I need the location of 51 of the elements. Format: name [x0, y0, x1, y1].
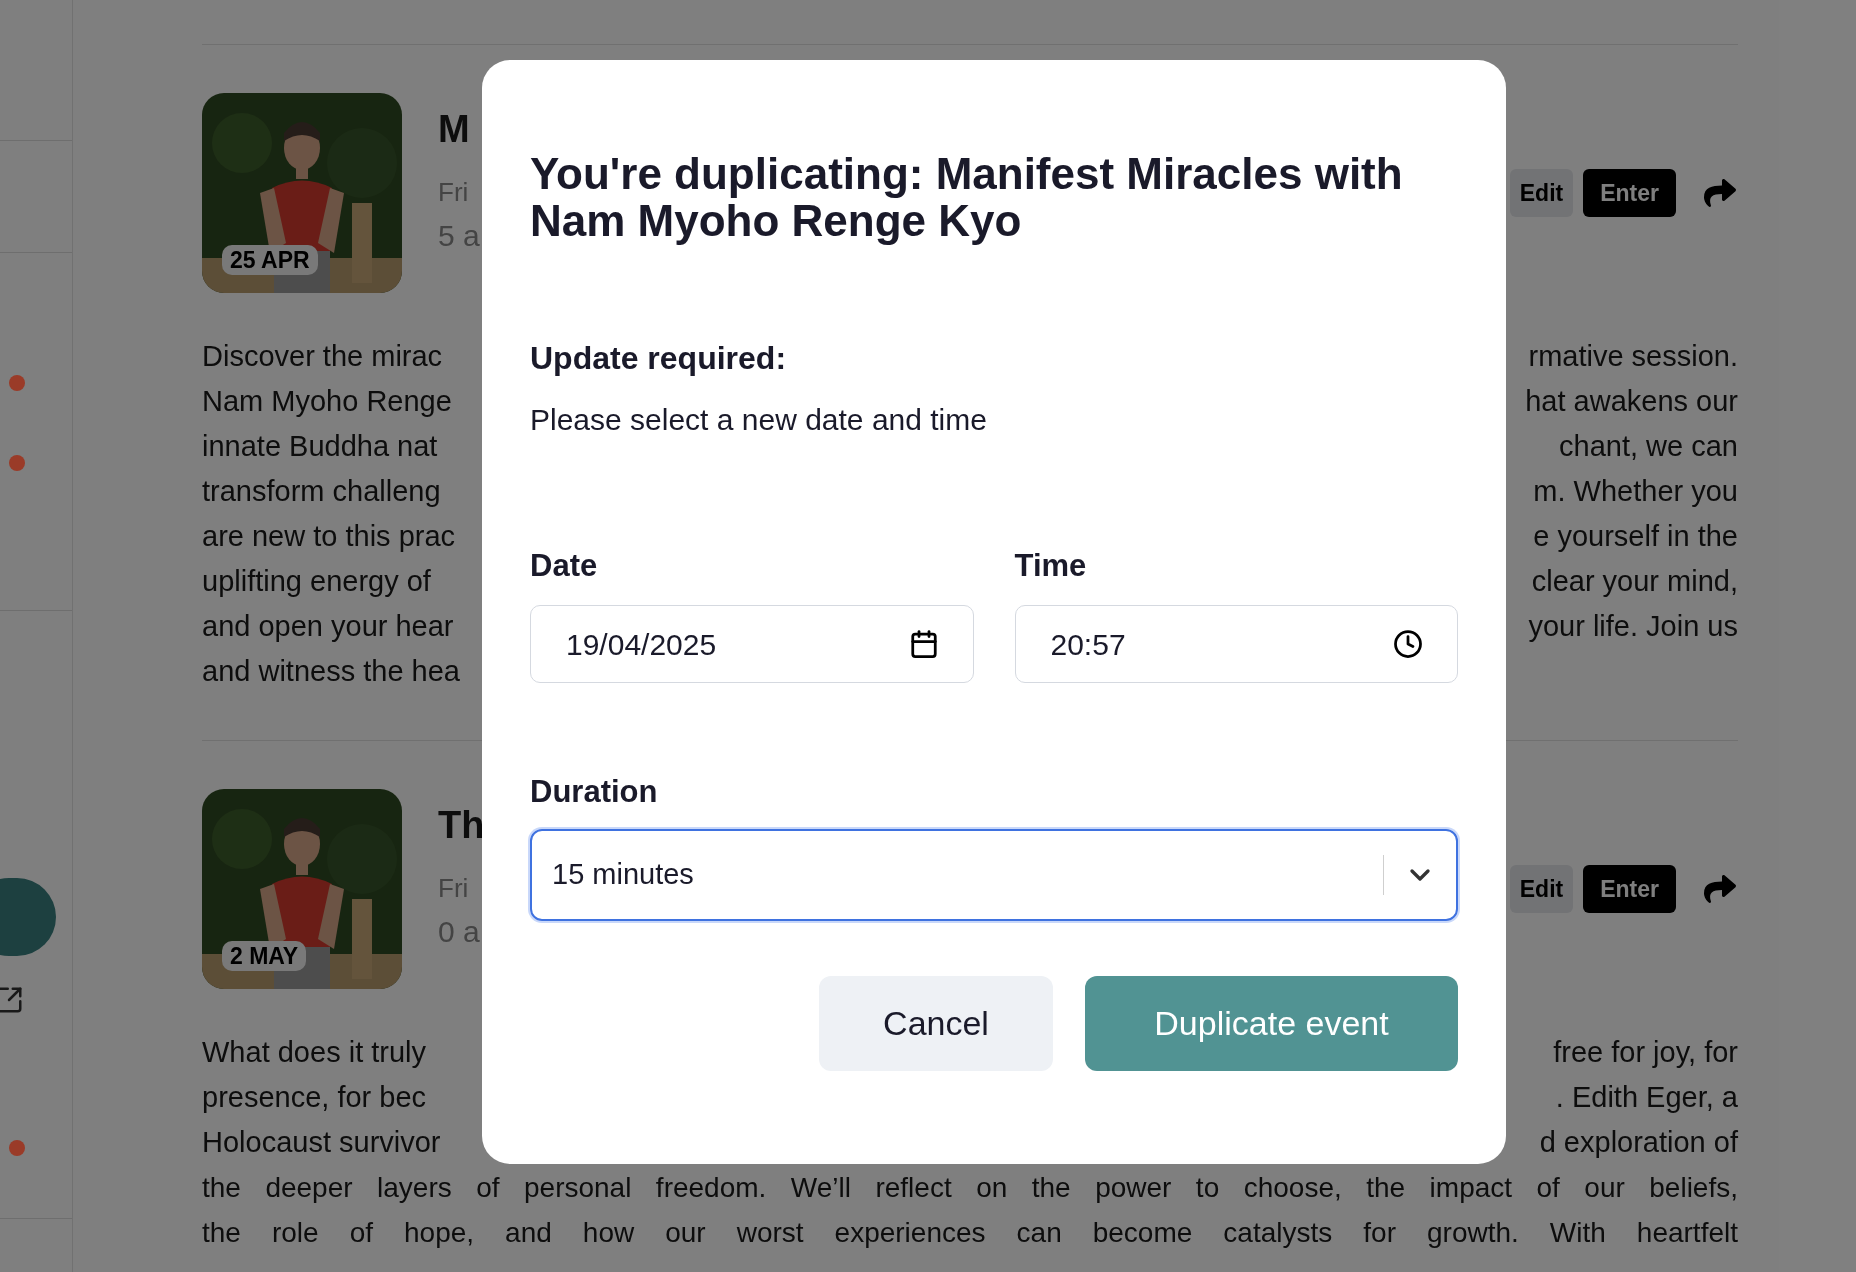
description-text: . Edith Eger, a	[1555, 1080, 1738, 1115]
field-label: Date	[530, 547, 598, 585]
event-meta: 5 a	[438, 219, 480, 253]
description-text: the deeper layers of personal freedom. We’ll reflect on the power to choose, the impact of our beliefs,	[202, 1171, 1738, 1205]
description-text: hat awakens our	[1525, 384, 1738, 419]
field-label: Duration	[530, 773, 658, 811]
date-badge: 25 APR	[222, 245, 318, 275]
description-text: your life. Join us	[1528, 609, 1738, 644]
enter-button[interactable]: Enter	[1583, 865, 1676, 913]
date-badge: 2 MAY	[222, 941, 307, 971]
event-title: Th	[438, 803, 485, 848]
event-date: Fri	[438, 177, 470, 207]
description-text: are new to this prac	[202, 519, 456, 554]
description-text: transform challeng	[202, 474, 441, 509]
description-text: What does it truly	[202, 1035, 427, 1070]
description-text: clear your mind,	[1531, 564, 1738, 599]
share-icon[interactable]	[1702, 873, 1738, 905]
description-text: free for joy, for	[1553, 1035, 1738, 1070]
event-date: Fri	[438, 873, 470, 903]
description-text: presence, for bec	[202, 1080, 427, 1115]
description-text: and witness the hea	[202, 654, 460, 689]
description-text: and open your hear	[202, 609, 454, 644]
edit-button[interactable]: Edit	[1509, 169, 1574, 217]
description-text: the role of hope, and how our worst experiences can become catalysts for growth. With heartfelt	[202, 1216, 1738, 1250]
field-label: Time	[1014, 547, 1087, 585]
dialog-title: You're duplicating: Manifest Miracles with Nam Myoho Renge Kyo	[530, 150, 1404, 244]
time-field[interactable]: 20:57	[1014, 605, 1458, 683]
description-text: chant, we can	[1559, 429, 1738, 464]
cancel-button[interactable]: Cancel	[819, 976, 1053, 1071]
description-text: m. Whether you	[1533, 474, 1738, 509]
calendar-icon[interactable]	[908, 629, 939, 659]
share-icon[interactable]	[1702, 177, 1738, 209]
description-text: Discover the mirac	[202, 339, 443, 374]
description-text: uplifting energy of	[202, 564, 431, 599]
description-text: Nam Myoho Renge	[202, 384, 452, 419]
description-text: innate Buddha nat	[202, 429, 438, 464]
external-link-icon[interactable]	[0, 985, 24, 1015]
date-field[interactable]: 19/04/2025	[530, 605, 974, 683]
description-text: Holocaust survivor	[202, 1125, 441, 1160]
clock-icon[interactable]	[1393, 629, 1423, 659]
description-text: d exploration of	[1539, 1125, 1738, 1160]
notice-text: Please select a new date and time	[530, 402, 987, 438]
edit-button[interactable]: Edit	[1509, 865, 1574, 913]
duration-select[interactable]: 15 minutes	[530, 829, 1458, 921]
description-text: e yourself in the	[1533, 519, 1738, 554]
event-meta: 0 a	[438, 915, 481, 949]
description-text: rmative session.	[1528, 339, 1738, 374]
event-title: M	[438, 107, 471, 152]
duplicate-button[interactable]: Duplicate event	[1085, 976, 1458, 1071]
enter-button[interactable]: Enter	[1583, 169, 1676, 217]
notice-heading: Update required:	[530, 339, 787, 378]
